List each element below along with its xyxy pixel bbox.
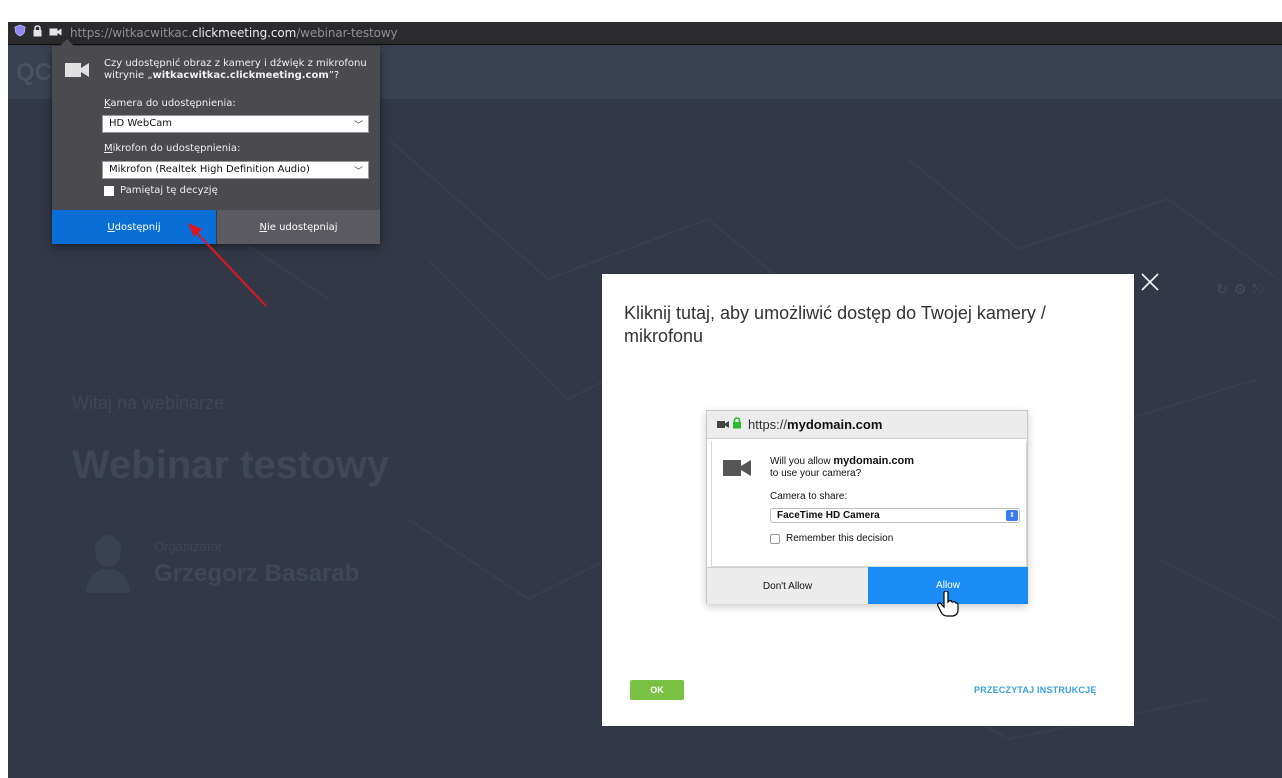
ok-button[interactable]: OK <box>630 680 684 700</box>
popup-caret <box>60 39 74 46</box>
shield-icon[interactable] <box>14 24 26 42</box>
camera-select[interactable]: HD WebCam ﹀ <box>102 115 369 133</box>
share-icon[interactable]: ⎋ <box>1252 281 1269 297</box>
permission-message: Czy udostępnić obraz z kamery i dźwięk z… <box>104 58 367 81</box>
stepper-icon: ⇕ <box>1006 510 1018 521</box>
camera-access-modal: Kliknij tutaj, aby umożliwić dostęp do T… <box>602 274 1134 726</box>
organizer-label: Organizator <box>154 539 222 554</box>
address-bar[interactable]: https://witkacwitkac.clickmeeting.com/we… <box>8 22 1282 45</box>
organizer-name: Grzegorz Basarab <box>154 560 360 587</box>
microphone-select-label: Mikrofon do udostępnienia: <box>104 143 241 154</box>
checkbox-icon <box>770 533 780 544</box>
settings-icon[interactable]: ⚙ <box>1234 281 1253 297</box>
instruction-camera-select: FaceTime HD Camera ⇕ <box>770 508 1020 523</box>
instruction-deny-button: Don't Allow <box>707 567 868 604</box>
instruction-image: https://mydomain.com Will you allow mydo… <box>706 410 1028 617</box>
lock-icon <box>732 416 742 434</box>
remember-label: Pamiętaj tę decyzję <box>120 185 218 196</box>
instruction-camera-label: Camera to share: <box>770 491 848 502</box>
url-text[interactable]: https://witkacwitkac.clickmeeting.com/we… <box>70 26 398 40</box>
share-button[interactable]: Udostępnij <box>52 210 216 244</box>
refresh-icon[interactable]: ↻ <box>1216 281 1234 297</box>
browser-toolbar: https://witkacwitkac.clickmeeting.com/we… <box>0 0 1282 45</box>
chevron-down-icon: ﹀ <box>353 167 363 177</box>
microphone-select[interactable]: Mikrofon (Realtek High Definition Audio)… <box>102 161 369 179</box>
welcome-text: Witaj na webinarze <box>72 393 225 413</box>
camera-icon <box>717 416 729 434</box>
remember-decision[interactable]: Pamiętaj tę decyzję <box>104 185 218 196</box>
instruction-prompt: Will you allow mydomain.com to use your … <box>711 441 1027 567</box>
instruction-question: Will you allow mydomain.com to use your … <box>770 455 915 479</box>
webinar-title: Webinar testowy <box>72 443 390 487</box>
read-instructions-link[interactable]: PRZECZYTAJ INSTRUKCJĘ <box>974 685 1097 695</box>
hand-cursor-icon <box>937 590 959 622</box>
camera-icon <box>64 60 90 85</box>
modal-title: Kliknij tutaj, aby umożliwić dostęp do T… <box>624 303 1046 346</box>
camera-permission-popup: Czy udostępnić obraz z kamery i dźwięk z… <box>52 39 380 244</box>
clickmeeting-logo: QC <box>16 59 52 86</box>
instruction-remember: Remember this decision <box>770 533 893 544</box>
page-controls: ↻⚙⎋ <box>1216 281 1269 298</box>
lock-icon[interactable] <box>32 24 43 42</box>
instruction-address-bar: https://mydomain.com <box>707 411 1027 439</box>
close-icon[interactable] <box>1138 270 1162 294</box>
dont-share-button[interactable]: Nie udostępniaj <box>216 210 380 244</box>
instruction-url: https://mydomain.com <box>748 417 883 432</box>
organizer-avatar <box>84 533 132 593</box>
remember-checkbox[interactable] <box>104 185 114 196</box>
chevron-down-icon: ﹀ <box>353 121 363 131</box>
camera-select-label: Kamera do udostępnienia: <box>104 98 236 109</box>
camera-icon <box>722 457 752 484</box>
